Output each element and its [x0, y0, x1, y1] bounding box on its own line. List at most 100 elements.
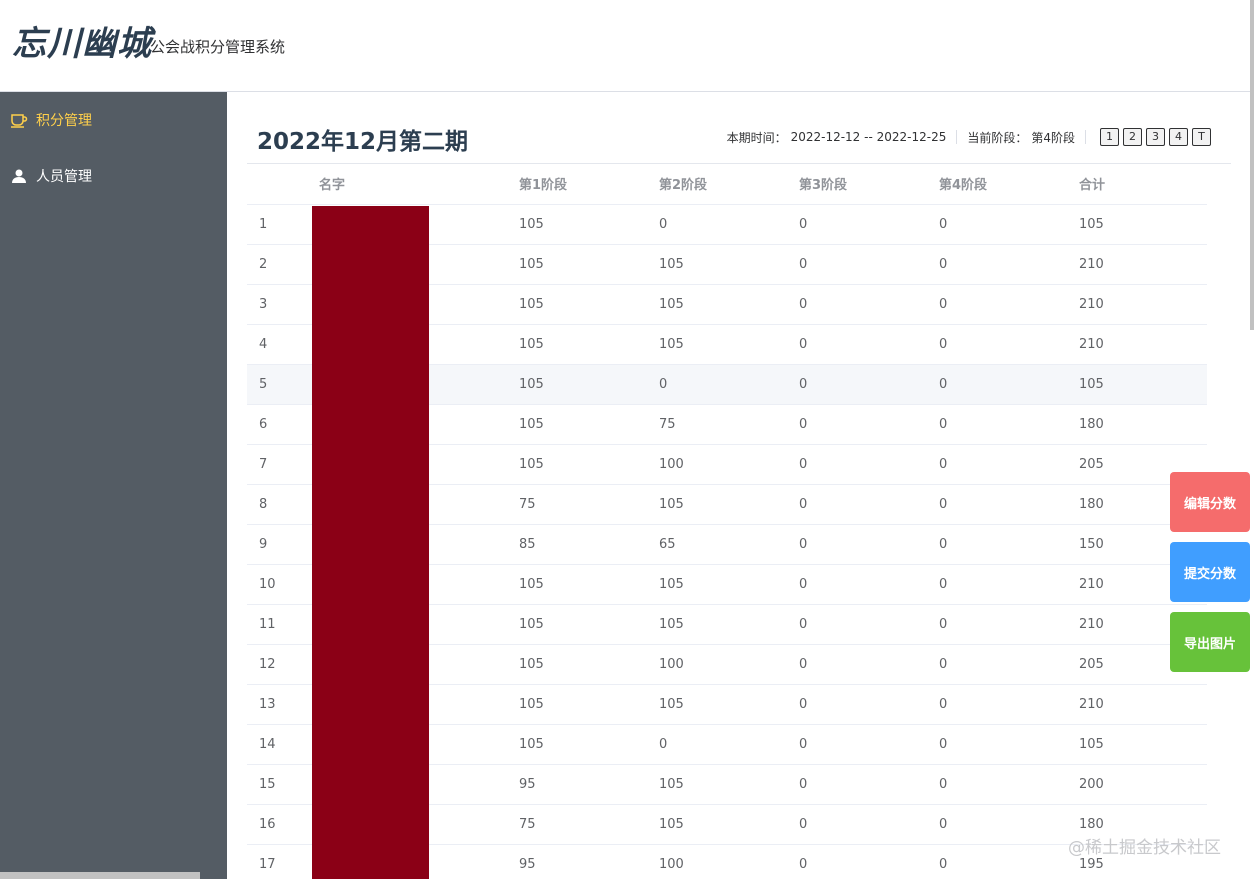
cell-stage1: 105 [507, 644, 647, 685]
cell-stage1: 95 [507, 844, 647, 879]
cell-total: 210 [1067, 684, 1207, 725]
cell-total: 105 [1067, 724, 1207, 765]
cell-stage1: 105 [507, 444, 647, 485]
cell-stage2: 100 [647, 844, 787, 879]
cell-index: 6 [247, 404, 307, 445]
cell-total: 105 [1067, 364, 1207, 405]
redacted-names-block [312, 206, 429, 879]
table-header-row: 名字 第1阶段 第2阶段 第3阶段 第4阶段 合计 [247, 164, 1207, 205]
cell-index: 16 [247, 804, 307, 845]
period-value: 2022-12-12 -- 2022-12-25 [790, 130, 947, 144]
app-subtitle: 公会战积分管理系统 [150, 38, 286, 56]
cell-stage3: 0 [787, 484, 927, 525]
cell-total: 105 [1067, 204, 1207, 245]
cell-stage3: 0 [787, 764, 927, 805]
cell-stage3: 0 [787, 724, 927, 765]
cell-index: 11 [247, 604, 307, 645]
cell-stage2: 105 [647, 484, 787, 525]
cell-stage1: 95 [507, 764, 647, 805]
cell-stage3: 0 [787, 244, 927, 285]
cell-stage4: 0 [927, 804, 1067, 845]
cell-index: 17 [247, 844, 307, 879]
sidebar-item-score-management[interactable]: 积分管理 [0, 92, 227, 148]
stage-button-3[interactable]: 3 [1146, 128, 1165, 146]
cell-stage2: 100 [647, 444, 787, 485]
cell-stage1: 105 [507, 404, 647, 445]
cell-stage3: 0 [787, 684, 927, 725]
app-logo[interactable]: 忘川幽城 [12, 16, 152, 65]
cell-index: 4 [247, 324, 307, 365]
cell-stage3: 0 [787, 444, 927, 485]
user-icon [10, 167, 28, 185]
column-header-stage1: 第1阶段 [507, 164, 647, 205]
cell-index: 8 [247, 484, 307, 525]
cell-stage4: 0 [927, 564, 1067, 605]
cell-index: 5 [247, 364, 307, 405]
cell-stage3: 0 [787, 324, 927, 365]
watermark: @稀土掘金技术社区 [1068, 838, 1221, 858]
cell-total: 210 [1067, 244, 1207, 285]
cell-stage1: 85 [507, 524, 647, 565]
cell-stage2: 105 [647, 764, 787, 805]
divider [1085, 130, 1086, 144]
cell-stage1: 105 [507, 604, 647, 645]
cell-stage1: 105 [507, 324, 647, 365]
cell-stage4: 0 [927, 724, 1067, 765]
cell-index: 3 [247, 284, 307, 325]
cell-index: 7 [247, 444, 307, 485]
export-image-button[interactable]: 导出图片 [1170, 612, 1250, 672]
cell-stage2: 105 [647, 564, 787, 605]
horizontal-scrollbar[interactable] [0, 872, 200, 879]
cell-stage4: 0 [927, 644, 1067, 685]
cell-stage1: 75 [507, 804, 647, 845]
page-title: 2022年12月第二期 [257, 129, 469, 155]
cell-stage3: 0 [787, 284, 927, 325]
period-meta: 本期时间： 2022-12-12 -- 2022-12-25 当前阶段： 第4阶… [727, 128, 1211, 146]
cell-stage4: 0 [927, 684, 1067, 725]
cell-stage3: 0 [787, 604, 927, 645]
sidebar-item-member-management[interactable]: 人员管理 [0, 148, 227, 204]
stage-button-1[interactable]: 1 [1100, 128, 1119, 146]
cell-index: 1 [247, 204, 307, 245]
column-header-index [247, 164, 307, 205]
cell-stage1: 105 [507, 364, 647, 405]
cell-stage2: 0 [647, 724, 787, 765]
cell-stage3: 0 [787, 364, 927, 405]
period-label: 本期时间： [726, 130, 787, 145]
cell-index: 13 [247, 684, 307, 725]
stage-button-4[interactable]: 4 [1169, 128, 1188, 146]
cell-index: 2 [247, 244, 307, 285]
cell-stage2: 100 [647, 644, 787, 685]
cell-index: 10 [247, 564, 307, 605]
stage-button-2[interactable]: 2 [1123, 128, 1142, 146]
cell-stage1: 105 [507, 244, 647, 285]
cell-stage3: 0 [787, 404, 927, 445]
cell-stage3: 0 [787, 644, 927, 685]
stage-button-total[interactable]: T [1192, 128, 1211, 146]
app-header: 忘川幽城 公会战积分管理系统 [0, 0, 1254, 92]
divider [956, 130, 958, 144]
cell-stage2: 105 [647, 244, 787, 285]
cell-stage1: 105 [507, 204, 647, 245]
edit-score-button[interactable]: 编辑分数 [1170, 472, 1250, 532]
cell-stage2: 105 [647, 804, 787, 845]
cell-stage4: 0 [927, 324, 1067, 365]
stage-label: 当前阶段： [967, 130, 1028, 145]
cell-stage4: 0 [927, 844, 1067, 879]
cup-icon [10, 111, 28, 129]
column-header-name: 名字 [307, 164, 507, 205]
sidebar-item-label: 人员管理 [36, 169, 92, 185]
sidebar-menu: 积分管理 人员管理 [0, 92, 227, 204]
period-header: 2022年12月第二期 本期时间： 2022-12-12 -- 2022-12-… [247, 112, 1231, 164]
cell-stage3: 0 [787, 844, 927, 879]
vertical-scrollbar[interactable] [1250, 0, 1254, 330]
column-header-stage2: 第2阶段 [647, 164, 787, 205]
cell-stage1: 105 [507, 564, 647, 605]
cell-stage4: 0 [927, 444, 1067, 485]
cell-stage4: 0 [927, 244, 1067, 285]
submit-score-button[interactable]: 提交分数 [1170, 542, 1250, 602]
column-header-total: 合计 [1067, 164, 1207, 205]
cell-total: 200 [1067, 764, 1207, 805]
cell-stage2: 75 [647, 404, 787, 445]
cell-stage4: 0 [927, 484, 1067, 525]
